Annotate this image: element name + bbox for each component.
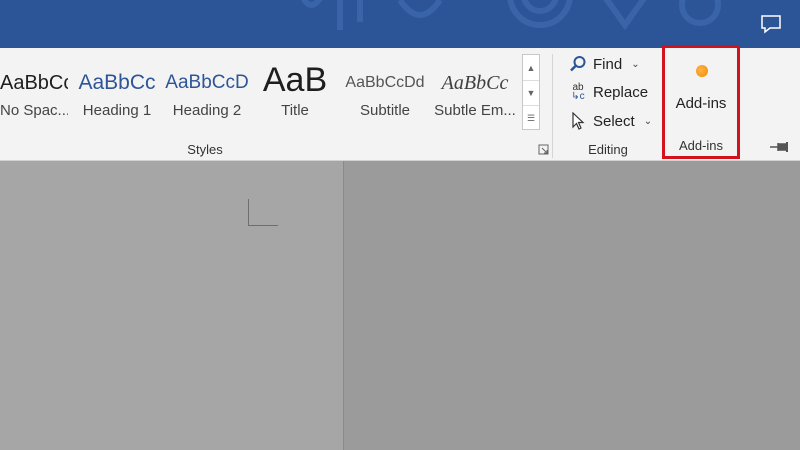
style-label: No Spac... [0, 102, 68, 119]
select-label: Select [593, 112, 635, 130]
addins-group-highlight: Add-ins Add-ins [662, 45, 740, 159]
style-label: Heading 1 [82, 102, 152, 119]
style-heading-2[interactable]: AaBbCcD Heading 2 [162, 52, 252, 134]
style-label: Subtle Em... [434, 102, 516, 119]
style-preview: AaBbCc [78, 71, 156, 94]
document-background [343, 161, 800, 450]
title-bar [0, 0, 800, 48]
page-margin-mark [248, 199, 278, 226]
chevron-down-icon: ⌄ [643, 115, 653, 127]
replace-button[interactable]: ab ↳c Replace [568, 80, 648, 104]
gallery-down-icon[interactable]: ▼ [523, 80, 539, 105]
style-label: Title [281, 102, 309, 119]
style-label: Subtitle [359, 102, 411, 119]
addins-button[interactable]: Add-ins [665, 95, 737, 112]
pin-ribbon-icon[interactable] [768, 140, 792, 154]
style-subtle-emphasis[interactable]: AaBbCc Subtle Em... [430, 52, 520, 134]
editing-group-label: Editing [588, 142, 628, 157]
style-label: Heading 2 [172, 102, 242, 119]
style-subtitle[interactable]: AaBbCcDd Subtitle [340, 52, 430, 134]
search-icon [568, 54, 588, 74]
title-bar-pattern [301, 0, 721, 31]
addin-icon [696, 65, 708, 77]
style-preview: AaB [262, 61, 328, 99]
gallery-up-icon[interactable]: ▲ [523, 55, 539, 80]
style-no-spacing[interactable]: AaBbCc No Spac... [0, 52, 68, 134]
styles-group-label: Styles [187, 142, 223, 157]
cursor-icon [568, 111, 588, 131]
styles-dialog-launcher-icon[interactable] [538, 144, 549, 155]
styles-gallery-scroll: ▲ ▼ ☰ [522, 54, 540, 130]
group-separator [552, 54, 553, 158]
gallery-more-icon[interactable]: ☰ [523, 105, 539, 130]
select-button[interactable]: Select ⌄ [568, 109, 652, 133]
style-preview: AaBbCcD [165, 72, 249, 93]
styles-gallery: AaBbCc No Spac... AaBbCc Heading 1 AaBbC… [0, 52, 522, 134]
replace-label: Replace [593, 83, 649, 101]
style-preview: AaBbCc [0, 72, 68, 94]
addins-group-label: Add-ins [678, 138, 724, 153]
chevron-down-icon: ⌄ [631, 58, 640, 70]
comments-icon[interactable] [760, 14, 782, 34]
document-page[interactable] [0, 161, 343, 450]
find-button[interactable]: Find ⌄ [568, 52, 640, 76]
replace-icon: ab ↳c [571, 82, 585, 102]
style-preview: AaBbCcDd [345, 74, 425, 91]
style-title[interactable]: AaB Title [250, 52, 340, 134]
find-label: Find [593, 55, 623, 73]
ribbon: AaBbCc No Spac... AaBbCc Heading 1 AaBbC… [0, 45, 800, 161]
style-heading-1[interactable]: AaBbCc Heading 1 [72, 52, 162, 134]
style-preview: AaBbCc [441, 72, 509, 94]
